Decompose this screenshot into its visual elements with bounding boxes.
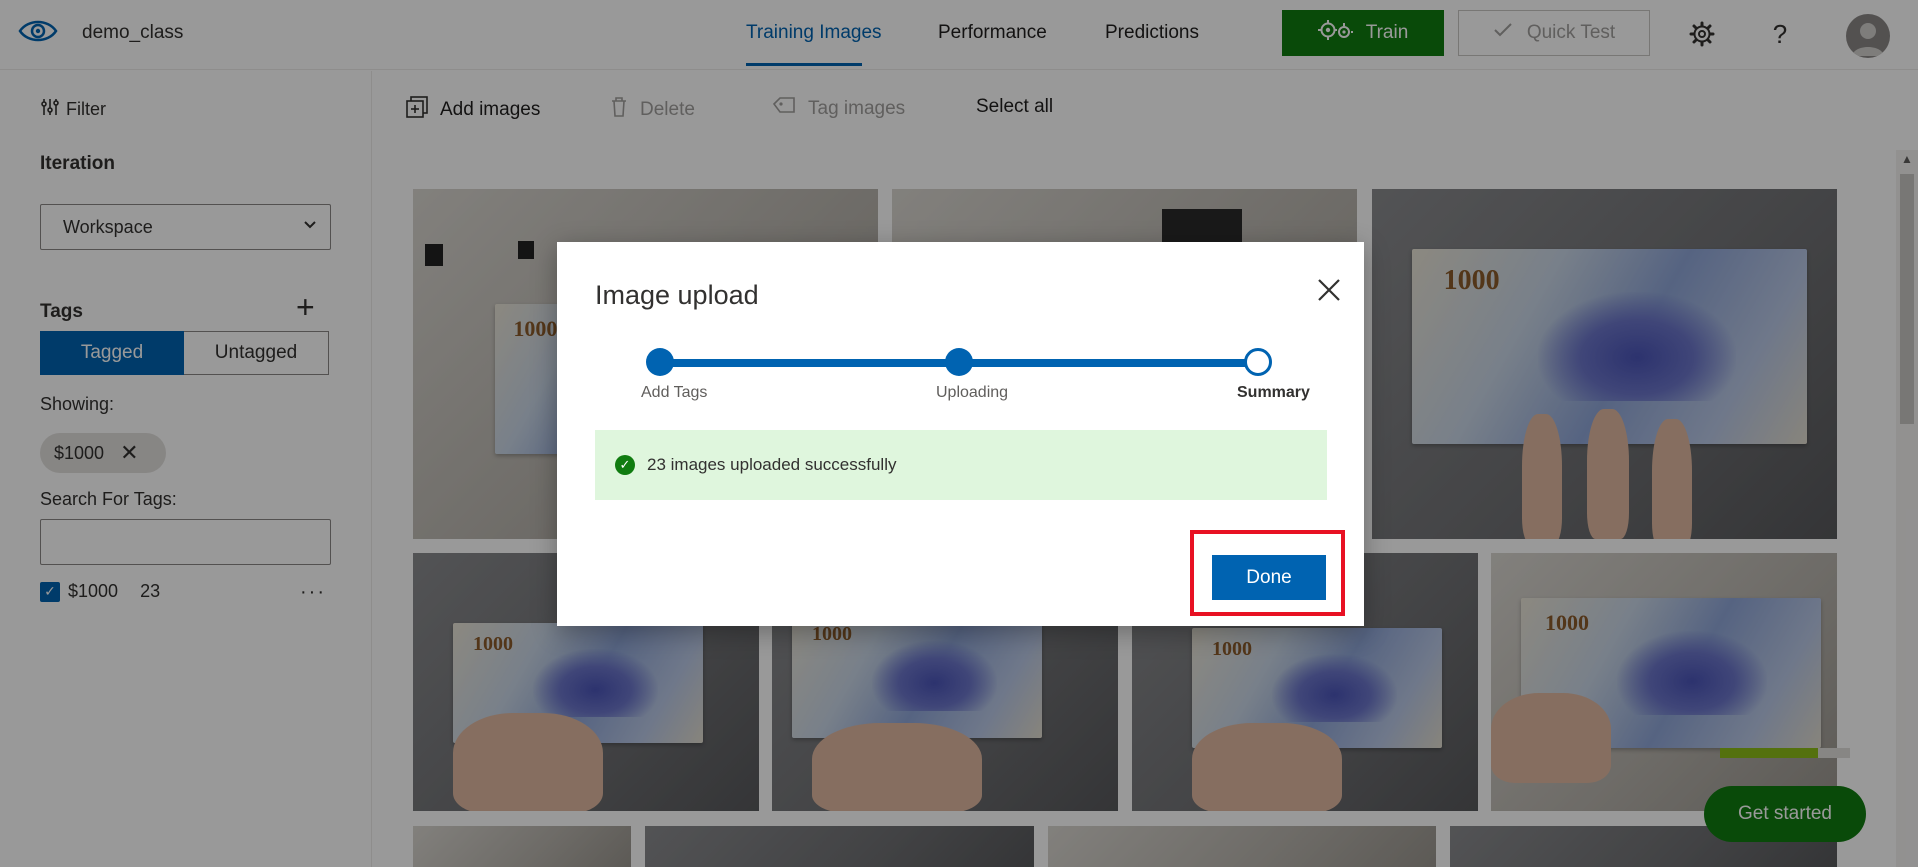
step-label-uploading: Uploading [936,384,1009,401]
close-icon[interactable] [1311,272,1347,308]
step-dot-add-tags [646,348,674,376]
success-message-bar: ✓ 23 images uploaded successfully [595,430,1327,500]
step-label-summary: Summary [1237,384,1310,401]
step-dot-summary [1244,348,1272,376]
step-label-add-tags: Add Tags [641,384,708,401]
dialog-title: Image upload [595,280,759,310]
success-check-icon: ✓ [615,455,635,475]
done-button-highlight-box [1190,530,1345,616]
success-message: 23 images uploaded successfully [647,455,897,474]
step-dot-uploading [945,348,973,376]
